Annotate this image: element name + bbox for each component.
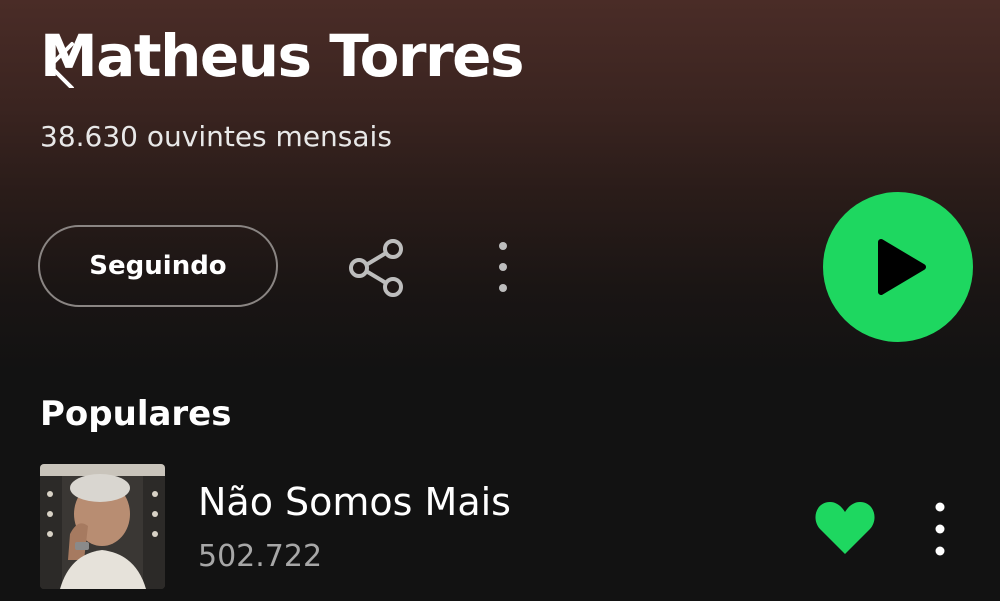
play-button[interactable] bbox=[823, 192, 973, 342]
track-play-count: 502.722 bbox=[198, 539, 323, 574]
track-title: Não Somos Mais bbox=[198, 480, 511, 524]
artist-name: Matheus Torres bbox=[40, 22, 525, 90]
popular-section-title: Populares bbox=[40, 394, 232, 434]
heart-icon[interactable] bbox=[812, 498, 878, 558]
share-icon[interactable] bbox=[344, 238, 408, 298]
track-more-options-icon[interactable] bbox=[926, 498, 954, 560]
following-button[interactable]: Seguindo bbox=[38, 225, 278, 307]
more-options-icon[interactable] bbox=[490, 236, 516, 298]
album-cover bbox=[40, 464, 165, 589]
play-icon bbox=[878, 239, 926, 295]
track-row[interactable]: Não Somos Mais 502.722 bbox=[0, 458, 1000, 601]
following-button-label: Seguindo bbox=[89, 251, 227, 281]
monthly-listeners: 38.630 ouvintes mensais bbox=[40, 120, 392, 153]
back-arrow-icon[interactable] bbox=[38, 36, 90, 88]
